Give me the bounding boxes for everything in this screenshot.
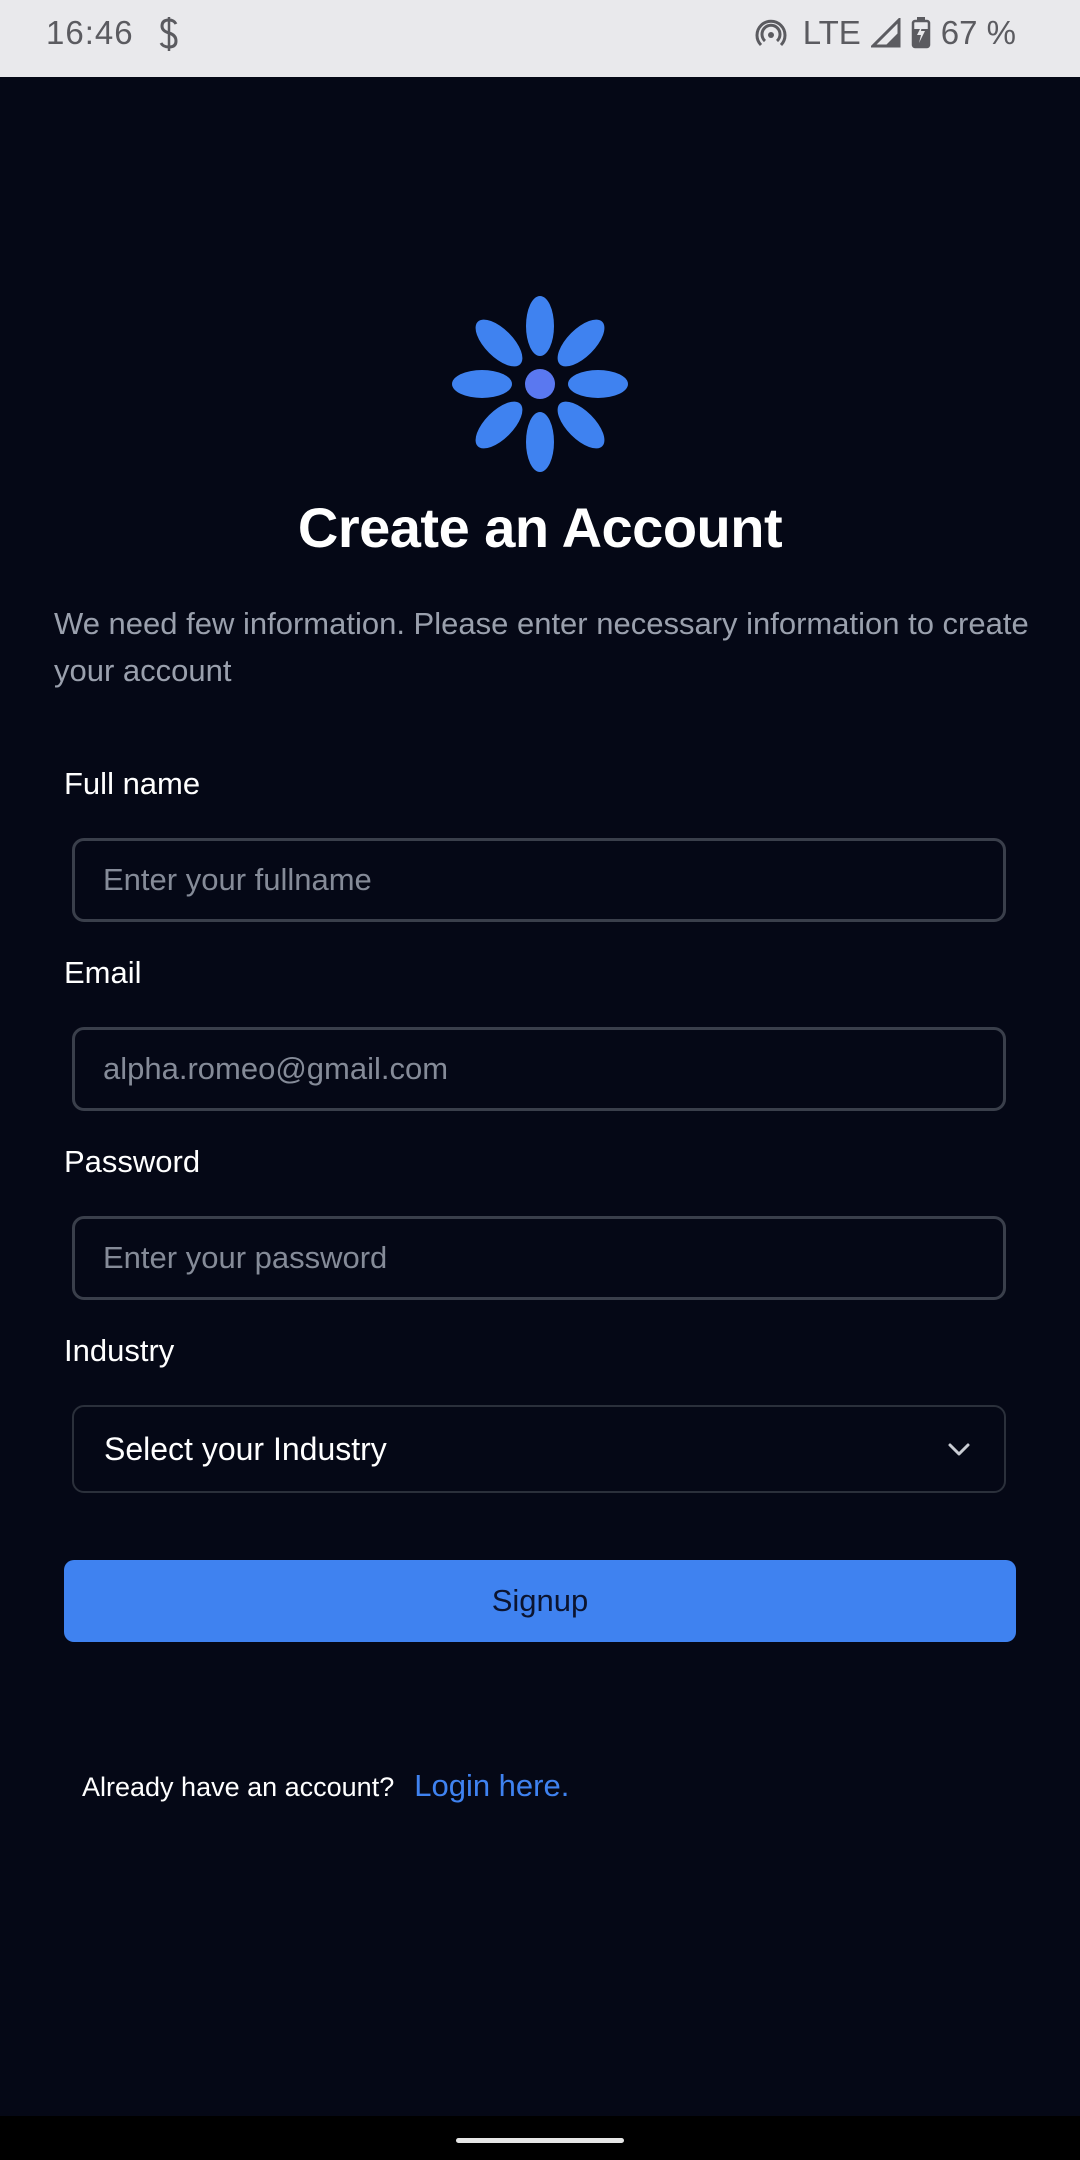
password-input[interactable] (72, 1216, 1006, 1300)
chevron-down-icon (948, 1443, 970, 1456)
signal-icon (870, 18, 901, 48)
email-input[interactable] (72, 1027, 1006, 1111)
industry-label: Industry (64, 1333, 175, 1368)
s-notification-icon (159, 17, 178, 51)
page-subtitle: We need few information. Please enter ne… (54, 606, 1029, 688)
login-link[interactable]: Login here. (414, 1768, 569, 1804)
hotspot-icon (755, 19, 787, 47)
home-indicator[interactable] (456, 2138, 624, 2143)
login-prompt-text: Already have an account? (82, 1772, 395, 1802)
signup-screen: 16:46 LTE 67 % Create an Account We need… (0, 0, 1080, 2160)
status-time: 16:46 (46, 14, 134, 51)
password-label: Password (64, 1144, 201, 1179)
status-bar: 16:46 LTE 67 % (0, 0, 1080, 77)
email-label: Email (64, 955, 142, 990)
status-right-group: LTE 67 % (755, 14, 1016, 52)
battery-level: 67 % (940, 14, 1016, 51)
page-title: Create an Account (297, 496, 783, 559)
fullname-input[interactable] (72, 838, 1006, 922)
battery-charging-icon (911, 17, 931, 49)
network-type: LTE (802, 14, 861, 51)
login-prompt-row: Already have an account? Login here. (82, 1768, 569, 1804)
industry-select[interactable]: Select your Industry (72, 1405, 1006, 1493)
system-nav-bar (0, 2116, 1080, 2160)
app-logo-icon (452, 296, 628, 472)
fullname-label: Full name (64, 766, 201, 801)
industry-select-value: Select your Industry (104, 1430, 387, 1467)
signup-button[interactable]: Signup (64, 1560, 1016, 1642)
